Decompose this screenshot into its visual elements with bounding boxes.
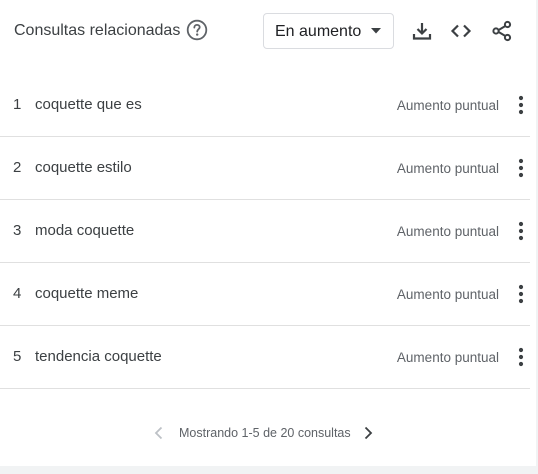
row-query-link[interactable]: tendencia coquette — [35, 348, 162, 366]
table-row[interactable]: 1 coquette que es Aumento puntual — [0, 74, 530, 137]
trend-filter-value: En aumento — [275, 23, 362, 40]
caret-down-icon — [371, 28, 381, 34]
chevron-right-icon[interactable] — [360, 425, 376, 441]
row-rank: 3 — [13, 222, 22, 239]
row-query-link[interactable]: coquette que es — [35, 96, 142, 114]
more-vert-icon[interactable] — [516, 346, 526, 368]
table-row[interactable]: 2 coquette estilo Aumento puntual — [0, 137, 530, 200]
related-queries-card: Consultas relacionadas En aumento 1 coqu… — [0, 0, 536, 466]
pagination-status: Mostrando 1-5 de 20 consultas — [179, 426, 351, 440]
download-icon[interactable] — [410, 19, 434, 43]
more-vert-icon[interactable] — [516, 157, 526, 179]
row-value: Aumento puntual — [396, 350, 499, 365]
row-rank: 5 — [13, 348, 22, 365]
row-rank: 4 — [13, 285, 22, 302]
table-row[interactable]: 4 coquette meme Aumento puntual — [0, 263, 530, 326]
chevron-left-icon — [154, 426, 163, 440]
row-query-link[interactable]: coquette estilo — [35, 159, 132, 177]
card-title: Consultas relacionadas — [14, 22, 181, 39]
row-rank: 2 — [13, 159, 22, 176]
help-icon[interactable] — [186, 19, 208, 41]
row-rank: 1 — [13, 96, 22, 113]
pagination: Mostrando 1-5 de 20 consultas — [0, 420, 536, 446]
more-vert-icon[interactable] — [516, 220, 526, 242]
share-icon[interactable] — [490, 19, 514, 43]
row-value: Aumento puntual — [396, 161, 499, 176]
card-header: Consultas relacionadas En aumento — [0, 0, 536, 62]
row-value: Aumento puntual — [396, 98, 499, 113]
more-vert-icon[interactable] — [516, 283, 526, 305]
row-query-link[interactable]: moda coquette — [35, 222, 134, 240]
table-row[interactable]: 5 tendencia coquette Aumento puntual — [0, 326, 530, 389]
code-embed-icon[interactable] — [449, 19, 473, 43]
row-value: Aumento puntual — [396, 287, 499, 302]
row-query-link[interactable]: coquette meme — [35, 285, 138, 303]
trend-filter-dropdown[interactable]: En aumento — [263, 13, 394, 49]
related-queries-list: 1 coquette que es Aumento puntual 2 coqu… — [0, 74, 530, 389]
table-row[interactable]: 3 moda coquette Aumento puntual — [0, 200, 530, 263]
more-vert-icon[interactable] — [516, 94, 526, 116]
row-value: Aumento puntual — [396, 224, 499, 239]
